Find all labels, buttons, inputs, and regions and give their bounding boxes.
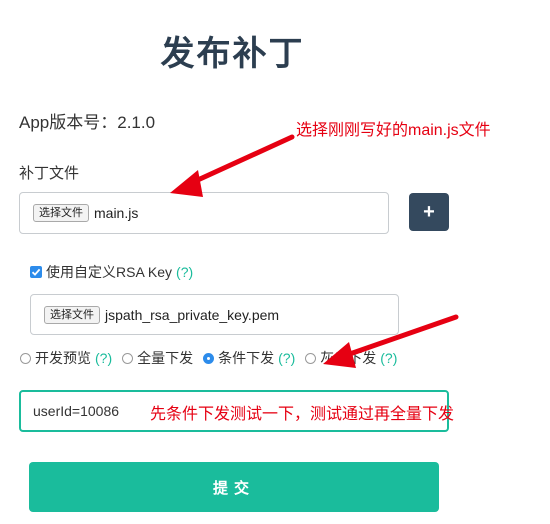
- rsa-key-file-name: jspath_rsa_private_key.pem: [105, 306, 280, 323]
- release-mode-dev-preview[interactable]: 开发预览 (?): [20, 348, 112, 368]
- release-mode-label: 灰度下发: [320, 350, 377, 366]
- add-file-button[interactable]: +: [409, 193, 449, 231]
- release-mode-full[interactable]: 全量下发: [122, 348, 193, 368]
- release-mode-gray[interactable]: 灰度下发 (?): [305, 348, 397, 368]
- radio-full[interactable]: [122, 352, 134, 364]
- patch-file-label: 补丁文件: [19, 165, 80, 182]
- app-version: App版本号：2.1.0: [19, 113, 156, 132]
- patch-file-name: main.js: [94, 205, 139, 221]
- rsa-key-choose-button[interactable]: 选择文件: [44, 305, 100, 324]
- patch-file-input[interactable]: 选择文件 main.js: [19, 192, 389, 234]
- patch-file-choose-button[interactable]: 选择文件: [33, 204, 89, 222]
- conditional-help-link[interactable]: (?): [278, 350, 295, 366]
- release-mode-group: 开发预览 (?) 全量下发 条件下发 (?) 灰度下发 (?): [20, 348, 407, 368]
- radio-gray[interactable]: [305, 352, 317, 364]
- radio-conditional[interactable]: [203, 352, 215, 364]
- dev-preview-help-link[interactable]: (?): [95, 350, 112, 366]
- submit-button[interactable]: 提交: [29, 462, 439, 512]
- rsa-key-checkbox[interactable]: [30, 266, 42, 278]
- rsa-key-file-input[interactable]: 选择文件 jspath_rsa_private_key.pem: [30, 294, 399, 335]
- condition-value: userId=10086: [33, 403, 120, 419]
- rsa-key-option[interactable]: 使用自定义RSA Key (?): [30, 262, 193, 282]
- annotation-select-file: 选择刚刚写好的main.js文件: [296, 122, 491, 139]
- check-icon: [31, 268, 41, 276]
- arrow-to-file-icon: [170, 134, 295, 197]
- radio-dev-preview[interactable]: [20, 352, 31, 364]
- release-mode-label: 条件下发: [218, 350, 275, 366]
- release-mode-conditional[interactable]: 条件下发 (?): [203, 348, 295, 368]
- release-mode-label: 开发预览: [35, 350, 91, 366]
- gray-help-link[interactable]: (?): [380, 350, 397, 366]
- release-mode-label: 全量下发: [137, 350, 194, 366]
- page-title: 发布补丁: [160, 35, 305, 73]
- rsa-key-label: 使用自定义RSA Key: [46, 264, 173, 280]
- rsa-help-link[interactable]: (?): [176, 264, 193, 280]
- annotation-conditional-release: 先条件下发测试一下，测试通过再全量下发: [150, 406, 455, 423]
